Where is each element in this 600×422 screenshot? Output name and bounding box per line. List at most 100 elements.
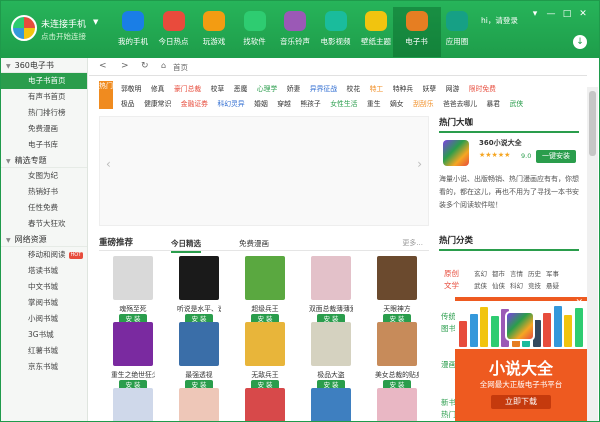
download-manager-icon[interactable]: ↓: [573, 35, 587, 49]
category-link[interactable]: 言情: [510, 270, 523, 278]
sidebar-item[interactable]: 3G书城: [1, 327, 87, 343]
sidebar-item[interactable]: 京东书城: [1, 359, 87, 375]
sidebar-item[interactable]: 免费漫画: [1, 121, 87, 137]
more-link[interactable]: 更多...: [402, 238, 423, 248]
banner-carousel[interactable]: ‹ ›: [99, 116, 429, 226]
collapse-arrow-icon[interactable]: ▼: [6, 63, 11, 70]
category-link[interactable]: 悬疑: [546, 282, 559, 290]
login-link[interactable]: hi，请登录: [481, 15, 518, 26]
category-link[interactable]: 科幻: [510, 282, 523, 290]
category-link[interactable]: 穿越: [277, 98, 291, 108]
category-link[interactable]: 军事: [546, 270, 559, 278]
peek-category[interactable]: 图书: [441, 323, 456, 334]
category-link[interactable]: 玄幻: [474, 270, 487, 278]
book-card[interactable]: [375, 388, 419, 421]
sidebar-item[interactable]: 红薯书城: [1, 343, 87, 359]
close-icon[interactable]: ✕: [577, 9, 589, 19]
category-link[interactable]: 网游: [446, 83, 460, 93]
book-card[interactable]: 最强透视安 装: [177, 322, 221, 391]
category-link[interactable]: 武侠: [510, 98, 524, 108]
book-cover[interactable]: [245, 388, 285, 421]
category-link[interactable]: 修真: [151, 83, 165, 93]
novel-app-icon[interactable]: [443, 140, 469, 166]
close-ad-icon[interactable]: ✕: [575, 298, 583, 308]
sidebar-item[interactable]: 热门排行榜: [1, 105, 87, 121]
sidebar-item[interactable]: 电子书首页: [1, 73, 87, 89]
sidebar-item[interactable]: 女图为纪: [1, 168, 87, 184]
peek-category[interactable]: 热门: [441, 409, 456, 420]
refresh-icon[interactable]: ↻: [141, 61, 149, 71]
category-link[interactable]: 都市: [492, 270, 505, 278]
sidebar-item[interactable]: 移动和阅读 HOT: [1, 247, 87, 263]
menu-icon[interactable]: ▾: [529, 9, 541, 19]
book-cover[interactable]: [113, 256, 153, 300]
banner-prev-icon[interactable]: ‹: [106, 157, 111, 171]
book-title[interactable]: 双面总裁薄薄爱: [309, 303, 353, 313]
category-link[interactable]: 武侠: [474, 282, 487, 290]
category-link[interactable]: 暴君: [486, 98, 500, 108]
category-link[interactable]: 爸爸去哪儿: [443, 98, 477, 108]
category-link[interactable]: 豪门总裁: [174, 83, 201, 93]
book-title[interactable]: 最强透视: [177, 369, 221, 379]
book-card[interactable]: [177, 388, 221, 421]
book-cover[interactable]: [377, 322, 417, 366]
book-card[interactable]: [309, 388, 353, 421]
breadcrumb[interactable]: 首页: [173, 62, 188, 73]
download-now-button[interactable]: 立即下载: [491, 395, 551, 409]
category-link[interactable]: 金融证券: [181, 98, 208, 108]
category-link[interactable]: 科幻灵异: [217, 98, 244, 108]
category-link[interactable]: 仙侠: [492, 282, 505, 290]
category-link[interactable]: 异界征战: [310, 83, 337, 93]
book-cover[interactable]: [377, 256, 417, 300]
book-cover[interactable]: [377, 388, 417, 421]
chevron-down-icon[interactable]: ▼: [93, 18, 98, 26]
sidebar-item[interactable]: 任性免费: [1, 200, 87, 216]
category-link[interactable]: 女性生活: [330, 98, 357, 108]
sidebar-section[interactable]: ▼ 网络资源: [1, 232, 87, 247]
peek-category[interactable]: 新书: [441, 397, 456, 408]
book-title[interactable]: 魂殇至死: [111, 303, 155, 313]
book-title[interactable]: 天眼神方: [375, 303, 419, 313]
category-link[interactable]: 心理学: [257, 83, 277, 93]
book-cover[interactable]: [311, 322, 351, 366]
category-link[interactable]: 妖孽: [423, 83, 437, 93]
collapse-arrow-icon[interactable]: ▼: [6, 237, 11, 244]
collapse-arrow-icon[interactable]: ▼: [6, 158, 11, 165]
minimize-icon[interactable]: —: [545, 9, 557, 19]
back-icon[interactable]: <: [99, 61, 107, 71]
book-card[interactable]: 美女总裁的贴身安 装: [375, 322, 419, 391]
book-card[interactable]: 魂殇至死安 装: [111, 256, 155, 325]
category-link[interactable]: 刮刮乐: [413, 98, 433, 108]
maximize-icon[interactable]: □: [561, 9, 573, 19]
peek-category[interactable]: 传统: [441, 311, 456, 322]
sidebar-item[interactable]: 春节大狂欢: [1, 216, 87, 232]
category-link[interactable]: 校草: [211, 83, 225, 93]
app-name[interactable]: 360小说大全: [479, 138, 522, 148]
book-title[interactable]: 超级兵王: [243, 303, 287, 313]
sidebar-item[interactable]: 热销好书: [1, 184, 87, 200]
book-card[interactable]: 极品大盗安 装: [309, 322, 353, 391]
book-card[interactable]: 双面总裁薄薄爱安 装: [309, 256, 353, 325]
book-card[interactable]: 重生之绝世狂少安 装: [111, 322, 155, 391]
home-icon[interactable]: ⌂: [161, 61, 166, 70]
book-card[interactable]: 无敌兵王安 装: [243, 322, 287, 391]
book-title[interactable]: 无敌兵王: [243, 369, 287, 379]
book-cover[interactable]: [311, 388, 351, 421]
phone-connect-logo-icon[interactable]: [11, 15, 37, 41]
sidebar-item[interactable]: 塔读书城: [1, 263, 87, 279]
book-card[interactable]: 超级兵王安 装: [243, 256, 287, 325]
account-status[interactable]: 未连接手机: [41, 17, 86, 30]
book-cover[interactable]: [179, 256, 219, 300]
sidebar-item[interactable]: 小阅书城: [1, 311, 87, 327]
sidebar-item[interactable]: 掌阅书城: [1, 295, 87, 311]
category-link[interactable]: 校花: [347, 83, 361, 93]
book-cover[interactable]: [179, 388, 219, 421]
book-cover[interactable]: [245, 322, 285, 366]
category-link[interactable]: 熊孩子: [300, 98, 320, 108]
book-card[interactable]: 听说是水平、说...安 装: [177, 256, 221, 325]
sidebar-section[interactable]: ▼ 360电子书: [1, 58, 87, 73]
nav-item[interactable]: 应用圈: [433, 7, 481, 57]
category-link[interactable]: 婚姻: [254, 98, 268, 108]
book-title[interactable]: 听说是水平、说...: [177, 303, 221, 313]
category-link[interactable]: 重生: [367, 98, 381, 108]
